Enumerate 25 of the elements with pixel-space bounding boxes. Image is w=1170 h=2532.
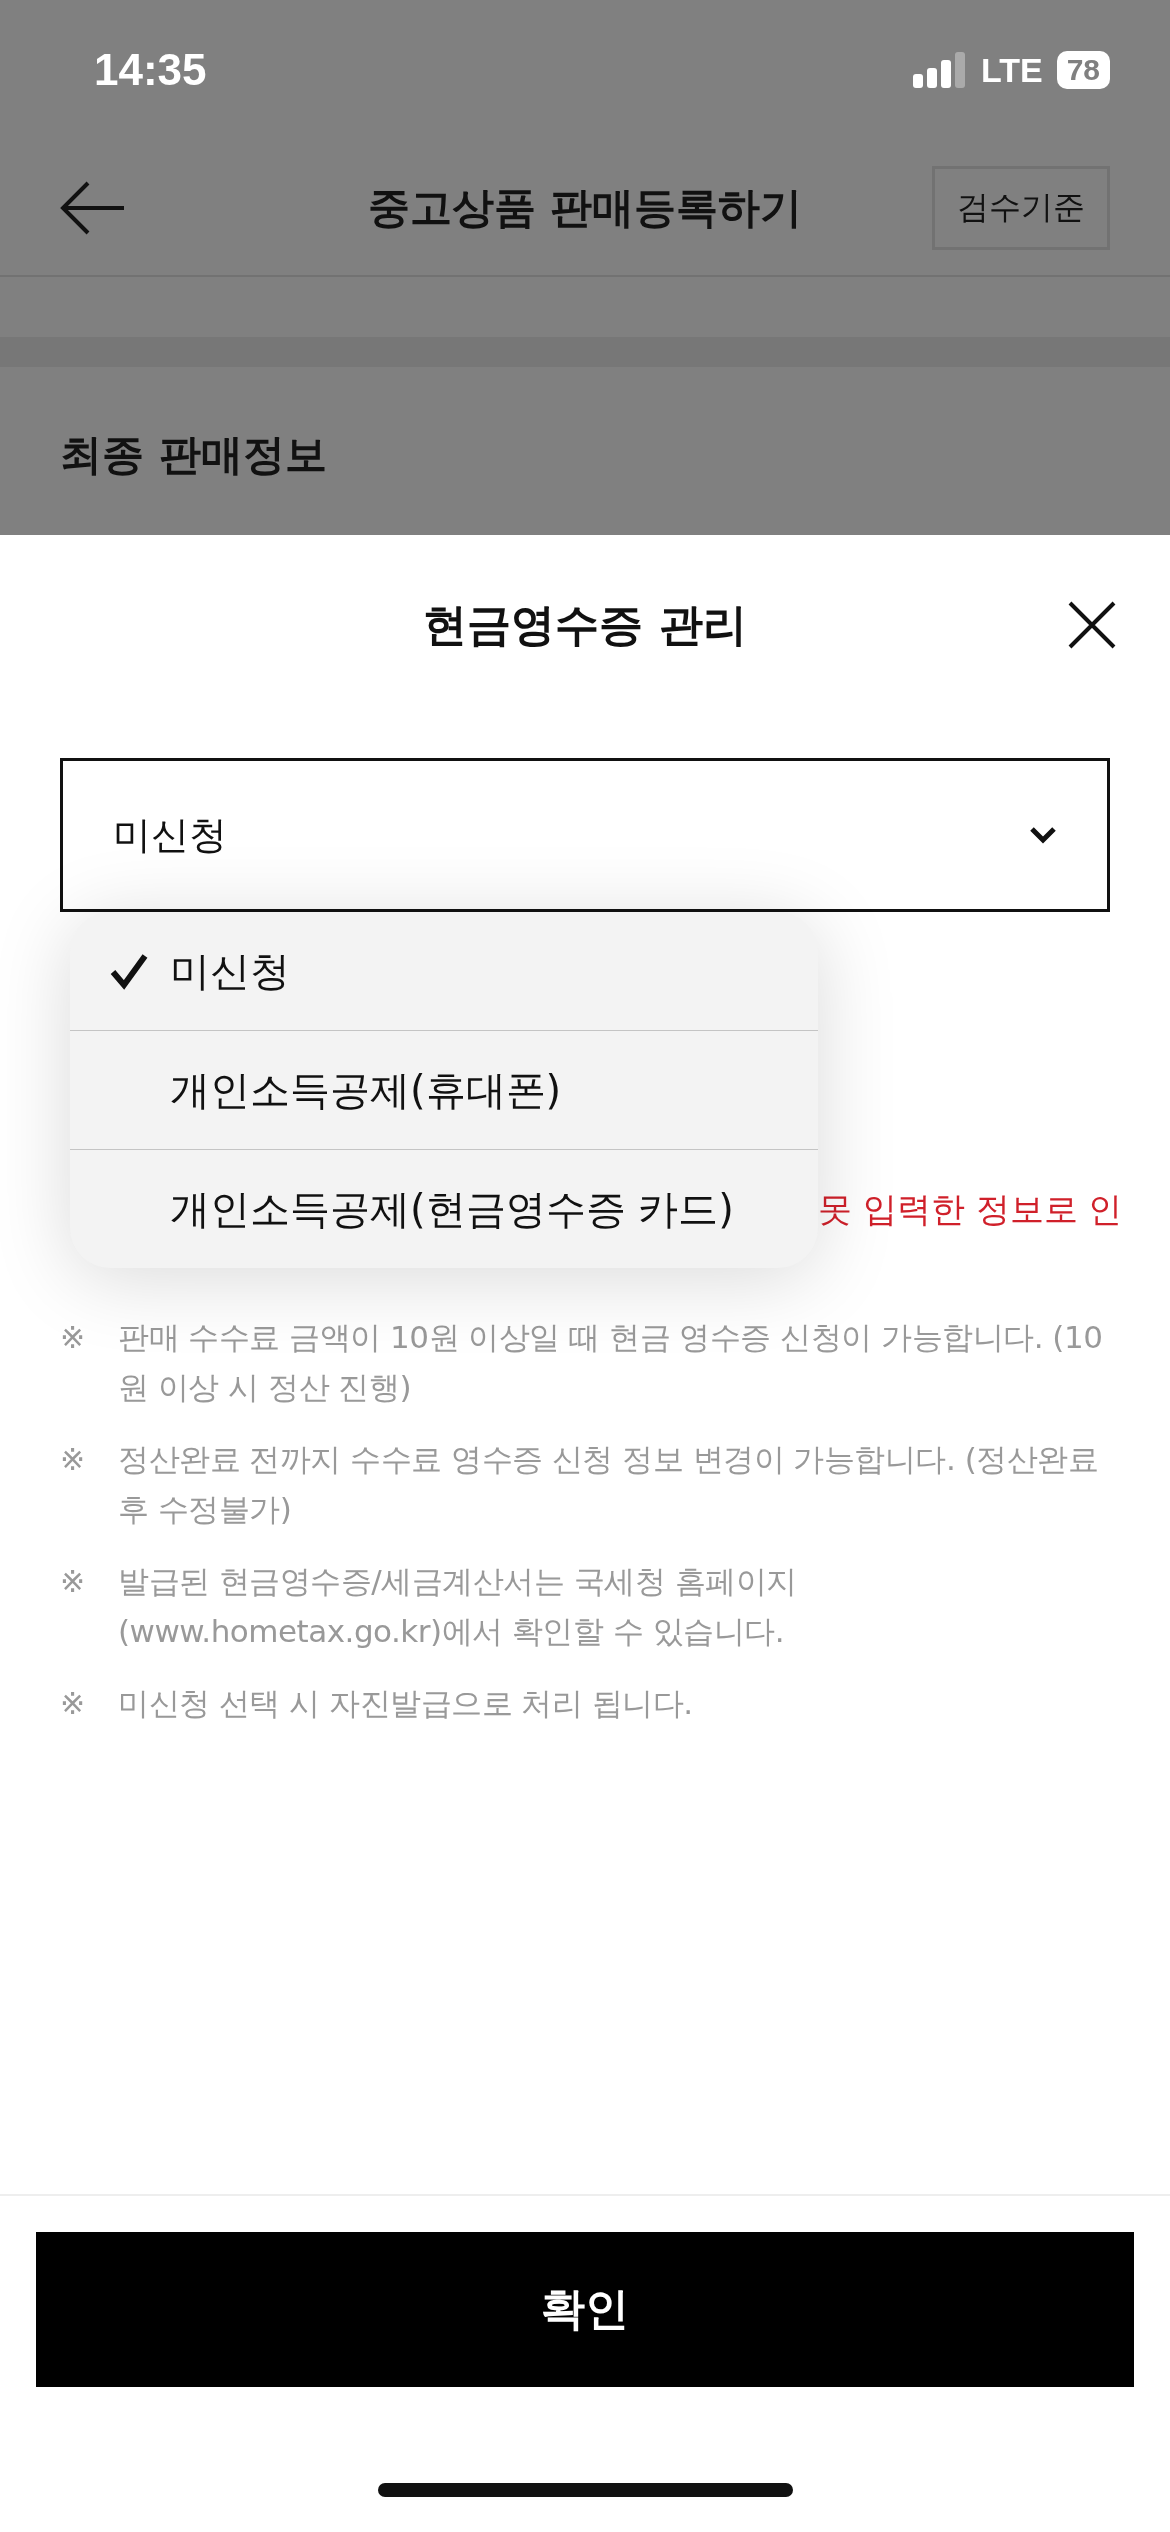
menu-option[interactable]: 미신청 [70,912,818,1030]
warning-text: 못 입력한 정보로 인 [818,1188,1123,1231]
note-mark: ※ [60,1563,84,1601]
note-mark: ※ [60,1441,84,1479]
status-time: 14:35 [94,45,207,95]
note-text: 판매 수수료 금액이 10원 이상일 때 현금 영수증 신청이 가능합니다. (10원 이상 시 정산 진행) [118,1318,1104,1407]
receipt-type-select[interactable]: 미신청 [60,758,1110,912]
chevron-down-icon [1029,826,1057,844]
close-icon [1068,601,1116,649]
note-text: 미신청 선택 시 자진발급으로 처리 됩니다. [118,1684,694,1723]
note-text: 발급된 현금영수증/세금계산서는 국세청 홈페이지 (www.hometax.go.kr)에서 확인할 수 있습니다. [118,1562,798,1651]
sheet-title: 현금영수증 관리 [423,597,747,652]
section-title: 최종 판매정보 [60,429,328,481]
page-title: 중고상품 판매등록하기 [367,181,803,234]
confirm-button[interactable]: 확인 [36,2232,1134,2387]
note-mark: ※ [60,1319,84,1357]
note-text: 정산완료 전까지 수수료 영수증 신청 정보 변경이 가능합니다. (정산완료 후 수정불가) [118,1440,1100,1529]
inspection-criteria-button[interactable]: 검수기준 [932,165,1110,250]
note-mark: ※ [60,1685,84,1723]
signal-icon [912,52,967,88]
network-label: LTE [980,50,1043,90]
battery-level: 78 [1056,51,1110,89]
back-arrow-icon[interactable] [60,179,126,236]
menu-option[interactable]: 개인소득공제(현금영수증 카드) [70,1149,818,1268]
menu-option[interactable]: 개인소득공제(휴대폰) [70,1030,818,1149]
